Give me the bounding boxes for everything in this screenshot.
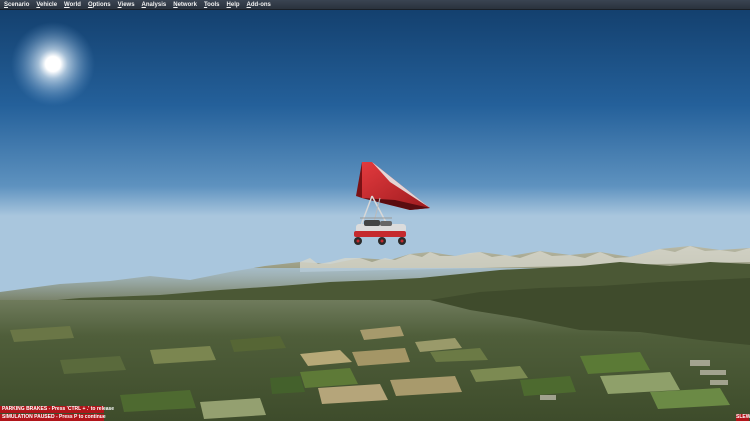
- menu-label-rest: cenario: [8, 1, 30, 8]
- menu-options[interactable]: Options: [88, 0, 111, 10]
- sun-icon: [11, 22, 95, 106]
- menu-label-rest: elp: [230, 1, 240, 8]
- menu-tools[interactable]: Tools: [204, 0, 220, 10]
- menu-vehicle[interactable]: Vehicle: [36, 0, 57, 10]
- menu-label-rest: iews: [121, 1, 135, 8]
- menu-world[interactable]: World: [64, 0, 81, 10]
- menu-label-rest: orld: [69, 1, 81, 8]
- parking-brakes-message: PARKING BRAKES - Press 'CTRL + .' to rel…: [0, 406, 115, 413]
- slew-indicator: SLEW: [736, 414, 750, 421]
- menu-label-rest: ptions: [92, 1, 111, 8]
- menu-network[interactable]: Network: [173, 0, 197, 10]
- menu-label-rest: ools: [207, 1, 220, 8]
- menu-scenario[interactable]: Scenario: [4, 0, 29, 10]
- menu-label-rest: dd-ons: [250, 1, 271, 8]
- menu-help[interactable]: Help: [227, 0, 240, 10]
- menu-bar: Scenario Vehicle World Options Views Analysis…: [0, 0, 750, 10]
- menu-label-rest: nalysis: [145, 1, 167, 8]
- flight-sim-window: Scenario Vehicle World Options Views Analysis…: [0, 0, 750, 421]
- menu-analysis[interactable]: Analysis: [142, 0, 167, 10]
- menu-views[interactable]: Views: [118, 0, 135, 10]
- 3d-view[interactable]: [0, 0, 750, 421]
- menu-add-ons[interactable]: Add-ons: [247, 0, 271, 10]
- menu-label-rest: etwork: [177, 1, 197, 8]
- simulation-paused-message: SIMULATION PAUSED - Press P to continue: [0, 414, 106, 421]
- menu-label-rest: ehicle: [40, 1, 58, 8]
